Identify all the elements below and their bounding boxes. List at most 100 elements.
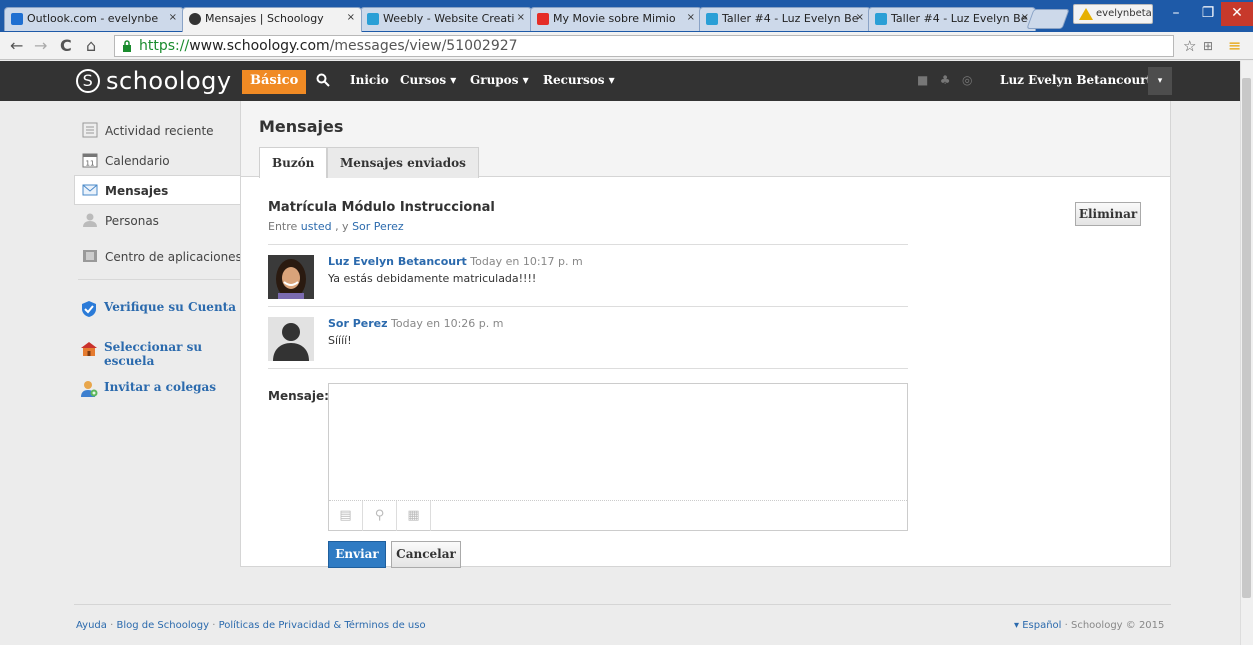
browser-tab-taller-2[interactable]: Taller #4 - Luz Evelyn Be × xyxy=(868,7,1036,31)
sidebar-item-label: Mensajes xyxy=(105,184,169,198)
participant-you-link[interactable]: usted xyxy=(301,220,332,233)
footer-right: ▾ Español · Schoology © 2015 xyxy=(1014,620,1164,631)
bookmark-star-icon[interactable]: ☆ xyxy=(1183,36,1196,56)
schoology-logo-icon: S xyxy=(76,69,100,93)
cancel-button[interactable]: Cancelar xyxy=(391,541,461,568)
sidebar-divider xyxy=(78,279,240,280)
sidebar-link-invitar[interactable]: Invitar a colegas xyxy=(74,368,244,408)
participant-other-link[interactable]: Sor Perez xyxy=(352,220,404,233)
activity-icon xyxy=(82,122,98,138)
new-tab-button[interactable] xyxy=(1026,9,1070,29)
sidebar-item-calendario[interactable]: 11 Calendario xyxy=(74,145,244,175)
message-author[interactable]: Sor Perez xyxy=(328,317,388,330)
schoology-header: Sschoology Básico Inicio Cursos ▾ Grupos… xyxy=(0,61,1253,101)
sidebar-item-aplicaciones[interactable]: Centro de aplicaciones xyxy=(74,241,244,271)
sidebar-item-personas[interactable]: Personas xyxy=(74,205,244,235)
delete-button[interactable]: Eliminar xyxy=(1075,202,1141,226)
tab-label: Weebly - Website Creati xyxy=(383,12,515,25)
close-icon[interactable]: × xyxy=(517,12,525,23)
user-name[interactable]: Luz Evelyn Betancourt xyxy=(1000,73,1152,87)
browser-tab-youtube[interactable]: My Movie sobre Mimio × xyxy=(530,7,702,31)
avatar[interactable] xyxy=(268,255,314,299)
logo-text: schoology xyxy=(106,67,232,95)
profile-name: evelynbeta xyxy=(1096,8,1152,19)
url-path: /messages/view/51002927 xyxy=(329,38,518,54)
schoology-logo[interactable]: Sschoology xyxy=(76,67,232,95)
send-button[interactable]: Enviar xyxy=(328,541,386,568)
footer-link-blog[interactable]: Blog de Schoology xyxy=(116,620,209,631)
message-item: Sor Perez Today en 10:26 p. m Síííí! xyxy=(268,317,908,367)
sidebar-item-mensajes[interactable]: Mensajes xyxy=(74,175,244,205)
user-dropdown-icon[interactable]: ▾ xyxy=(1148,67,1172,95)
message-meta: Luz Evelyn Betancourt Today en 10:17 p. … xyxy=(328,255,583,268)
forward-arrow-icon[interactable]: → xyxy=(34,36,47,56)
profile-badge[interactable]: evelynbeta xyxy=(1073,4,1153,24)
browser-tab-weebly[interactable]: Weebly - Website Creati × xyxy=(360,7,532,31)
sidebar-link-label: Seleccionar su escuela xyxy=(104,340,203,368)
close-icon[interactable]: × xyxy=(687,12,695,23)
school-icon xyxy=(81,342,97,356)
message-time: Today en 10:26 p. m xyxy=(391,317,504,330)
envelope-icon xyxy=(82,184,98,196)
footer-dot: · xyxy=(212,620,216,631)
message-subject: Matrícula Módulo Instruccional xyxy=(268,200,495,215)
sidebar-link-verificar[interactable]: Verifique su Cuenta xyxy=(74,288,244,328)
nav-cursos[interactable]: Cursos ▾ xyxy=(400,73,456,87)
avatar[interactable] xyxy=(268,317,314,361)
sidebar-link-label: Invitar a colegas xyxy=(104,380,217,394)
outlook-icon xyxy=(11,13,23,25)
close-icon[interactable]: × xyxy=(347,12,355,23)
home-icon[interactable]: ⌂ xyxy=(86,36,96,56)
sidebar-item-label: Centro de aplicaciones xyxy=(105,250,242,264)
page-title: Mensajes xyxy=(259,117,344,136)
browser-tab-outlook[interactable]: Outlook.com - evelynbe × xyxy=(4,7,184,31)
tab-buzon[interactable]: Buzón xyxy=(259,147,328,178)
reload-icon[interactable]: C xyxy=(60,36,72,56)
close-icon[interactable]: × xyxy=(856,12,864,23)
browser-tab-schoology[interactable]: Mensajes | Schoology × xyxy=(182,7,362,32)
header-icons: ■ ♣ ◎ xyxy=(917,73,973,87)
tab-label: Outlook.com - evelynbe xyxy=(27,12,159,25)
message-body: Síííí! xyxy=(328,334,352,347)
tab-mensajes-enviados[interactable]: Mensajes enviados xyxy=(327,147,479,178)
footer-dot: · xyxy=(110,620,114,631)
browser-tab-taller-1[interactable]: Taller #4 - Luz Evelyn Be × xyxy=(699,7,871,31)
footer-link-ayuda[interactable]: Ayuda xyxy=(76,620,107,631)
copyright: Schoology © 2015 xyxy=(1071,620,1165,631)
sidebar-link-escuela[interactable]: Seleccionar su escuela xyxy=(74,328,244,368)
footer-link-privacidad[interactable]: Políticas de Privacidad & Términos de us… xyxy=(219,620,426,631)
basico-badge[interactable]: Básico xyxy=(242,70,307,94)
attach-file-icon[interactable]: ▤ xyxy=(329,501,363,531)
menu-icon[interactable]: ≡ xyxy=(1228,36,1241,56)
message-author[interactable]: Luz Evelyn Betancourt xyxy=(328,255,467,268)
notifications-icon[interactable]: ◎ xyxy=(962,73,972,87)
verify-shield-icon xyxy=(82,301,96,317)
between-separator: , y xyxy=(335,220,349,233)
language-selector[interactable]: ▾ Español xyxy=(1014,620,1061,631)
close-icon[interactable]: × xyxy=(1021,12,1029,23)
calendar-day: 11 xyxy=(86,160,95,168)
link-icon[interactable]: ⚲ xyxy=(363,501,397,531)
url-scheme: https:// xyxy=(139,38,190,54)
footer-links: Ayuda · Blog de Schoology · Políticas de… xyxy=(76,620,426,631)
nav-inicio[interactable]: Inicio xyxy=(350,73,389,87)
window-close-button[interactable]: ✕ xyxy=(1221,2,1253,26)
back-arrow-icon[interactable]: ← xyxy=(10,36,23,56)
sidebar-item-actividad[interactable]: Actividad reciente xyxy=(74,115,244,145)
minimize-button[interactable]: – xyxy=(1160,2,1192,26)
scrollbar-thumb[interactable] xyxy=(1242,78,1251,598)
nav-grupos[interactable]: Grupos ▾ xyxy=(470,73,529,87)
message-textarea[interactable]: ▤ ⚲ ▦ xyxy=(328,383,908,531)
resource-icon[interactable]: ▦ xyxy=(397,501,431,531)
divider xyxy=(268,368,908,369)
nav-recursos[interactable]: Recursos ▾ xyxy=(543,73,615,87)
restore-button[interactable]: ❐ xyxy=(1192,2,1224,26)
translate-icon[interactable]: ⊞ xyxy=(1203,36,1213,56)
search-icon[interactable] xyxy=(309,70,337,92)
message-participants: Entre usted , y Sor Perez xyxy=(268,220,404,233)
messages-icon[interactable]: ■ xyxy=(917,73,928,87)
url-host: www.schoology.com xyxy=(189,38,330,54)
url-input[interactable]: https://www.schoology.com/messages/view/… xyxy=(114,35,1174,57)
close-icon[interactable]: × xyxy=(169,12,177,23)
requests-icon[interactable]: ♣ xyxy=(940,73,951,87)
